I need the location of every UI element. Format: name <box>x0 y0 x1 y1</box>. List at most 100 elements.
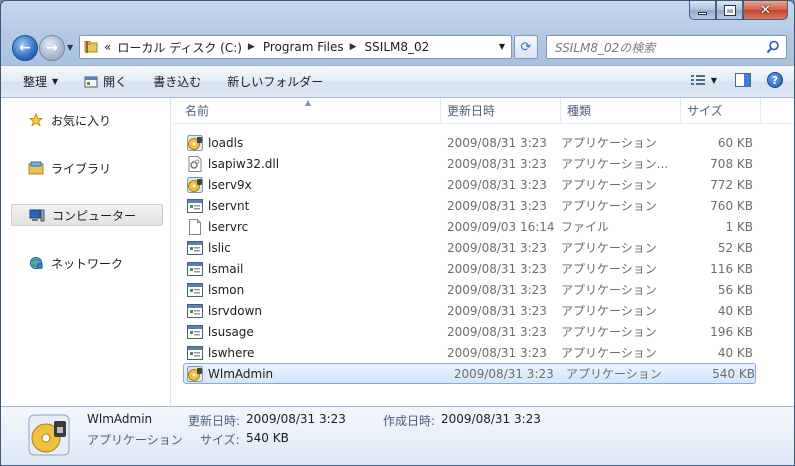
file-row[interactable]: WlmAdmin 2009/08/31 3:23 アプリケーション 540 KB <box>183 363 756 384</box>
recent-pages-dropdown[interactable]: ▼ <box>67 43 73 52</box>
column-header-name[interactable]: ▲ 名前 <box>173 98 441 124</box>
address-segment-drive[interactable]: ローカル ディスク (C:) <box>117 39 242 56</box>
file-name: lsusage <box>208 324 254 339</box>
back-button[interactable]: ← <box>12 35 38 61</box>
file-name: WlmAdmin <box>208 366 274 381</box>
folder-icon <box>84 40 98 54</box>
details-modified-label: 更新日時: <box>188 414 241 428</box>
search-icon[interactable] <box>766 40 780 54</box>
file-name-cell: lserv9x <box>173 176 441 193</box>
details-file-type: アプリケーション <box>87 433 183 447</box>
file-row[interactable]: lsmail 2009/08/31 3:23 アプリケーション 116 KB <box>173 258 794 279</box>
preview-pane-button[interactable] <box>734 71 752 89</box>
details-file-name: WlmAdmin <box>87 412 153 426</box>
file-size: 40 KB <box>717 345 753 360</box>
file-row[interactable]: lsrvdown 2009/08/31 3:23 アプリケーション 40 KB <box>173 300 794 321</box>
address-bar[interactable]: « ローカル ディスク (C:) ▶ Program Files ▶ SSILM… <box>79 35 512 59</box>
file-row[interactable]: lslic 2009/08/31 3:23 アプリケーション 52 KB <box>173 237 794 258</box>
caption-buttons: ✕ <box>689 1 788 20</box>
file-size: 540 KB <box>712 366 755 381</box>
file-name-cell: lservnt <box>173 198 441 214</box>
file-name-cell: lsusage <box>173 324 441 340</box>
maximize-button[interactable] <box>716 1 743 20</box>
network-icon <box>29 256 43 270</box>
file-type: ファイル <box>561 220 610 234</box>
file-row[interactable]: lservnt 2009/08/31 3:23 アプリケーション 760 KB <box>173 195 794 216</box>
address-segment-program-files[interactable]: Program Files <box>263 40 344 54</box>
chevron-right-icon[interactable]: ▶ <box>248 42 255 52</box>
file-row[interactable]: lservrc 2009/09/03 16:14 ファイル 1 KB <box>173 216 794 237</box>
file-name: lservnt <box>208 198 250 213</box>
nav-item-network[interactable]: ネットワーク <box>1 252 165 274</box>
nav-label-favorites: お気に入り <box>51 113 112 128</box>
search-input[interactable]: SSILM8_02の検索 <box>546 35 787 59</box>
window-app-icon <box>187 324 203 340</box>
help-icon: ? <box>767 72 783 88</box>
nav-item-favorites[interactable]: お気に入り <box>1 109 165 131</box>
file-row[interactable]: lsusage 2009/08/31 3:23 アプリケーション 196 KB <box>173 321 794 342</box>
file-name: lswhere <box>208 345 255 360</box>
file-date: 2009/08/31 3:23 <box>447 240 547 255</box>
forward-button[interactable]: → <box>39 35 65 61</box>
column-header-type[interactable]: 種類 <box>561 98 681 124</box>
file-type: アプリケーション... <box>561 157 669 171</box>
app-disc-icon <box>187 176 203 193</box>
file-size: 116 KB <box>710 261 753 276</box>
file-name: lsmail <box>208 261 244 276</box>
refresh-button[interactable]: ⟳ <box>514 35 538 59</box>
file-date: 2009/08/31 3:23 <box>447 135 547 150</box>
column-header-date[interactable]: 更新日時 <box>441 98 561 124</box>
address-segment-ssilm8[interactable]: SSILM8_02 <box>365 40 430 54</box>
forward-arrow-icon: → <box>46 40 58 56</box>
file-name-cell: lservrc <box>173 218 441 235</box>
view-options-button[interactable]: ▼ <box>688 71 720 89</box>
file-name-cell: lsapiw32.dll <box>173 155 441 172</box>
file-row[interactable]: lsmon 2009/08/31 3:23 アプリケーション 56 KB <box>173 279 794 300</box>
nav-item-libraries[interactable]: ライブラリ <box>1 157 165 179</box>
open-button[interactable]: 開く <box>78 70 133 94</box>
file-type: アプリケーション <box>561 304 657 318</box>
file-row[interactable]: lserv9x 2009/08/31 3:23 アプリケーション 772 KB <box>173 174 794 195</box>
file-type: アプリケーション <box>561 325 657 339</box>
file-size: 772 KB <box>710 177 753 192</box>
details-created-label: 作成日時: <box>383 414 436 428</box>
computer-icon <box>29 209 45 222</box>
file-name: lsmon <box>208 282 245 297</box>
nav-label-computer: コンピューター <box>52 208 137 223</box>
address-overflow[interactable]: « <box>104 40 111 54</box>
close-button[interactable]: ✕ <box>743 1 788 20</box>
chevron-down-icon[interactable]: ▼ <box>499 42 505 51</box>
details-created-value: 2009/08/31 3:23 <box>441 412 541 426</box>
new-folder-button[interactable]: 新しいフォルダー <box>221 70 329 94</box>
file-date: 2009/08/31 3:23 <box>447 261 547 276</box>
file-name-cell: loadls <box>173 134 441 151</box>
nav-item-computer[interactable]: コンピューター <box>11 204 163 226</box>
close-icon: ✕ <box>760 2 771 18</box>
window-app-icon <box>187 240 203 256</box>
file-size: 708 KB <box>710 156 753 171</box>
window-app-icon <box>187 261 203 277</box>
file-name: lservrc <box>208 219 249 234</box>
navigation-row: ← → ▼ « ローカル ディスク (C:) ▶ Program Files ▶… <box>1 29 794 65</box>
file-date: 2009/09/03 16:14 <box>447 219 555 234</box>
app-disc-icon <box>187 134 203 151</box>
file-row[interactable]: lswhere 2009/08/31 3:23 アプリケーション 40 KB <box>173 342 794 363</box>
column-header-size[interactable]: サイズ <box>681 98 761 124</box>
burn-button[interactable]: 書き込む <box>147 70 207 94</box>
file-list: ▲ 名前 更新日時 種類 サイズ loadls 2009/08/31 3:23 アプ… <box>173 98 794 406</box>
file-row[interactable]: lsapiw32.dll 2009/08/31 3:23 アプリケーション... 70… <box>173 153 794 174</box>
organize-button[interactable]: 整理 ▼ <box>17 70 64 94</box>
view-controls: ▼ ? <box>674 71 784 89</box>
search-placeholder: SSILM8_02の検索 <box>555 40 656 55</box>
dll-icon <box>187 155 203 172</box>
minimize-button[interactable] <box>689 1 716 20</box>
window-app-icon <box>187 345 203 361</box>
file-date: 2009/08/31 3:23 <box>447 282 547 297</box>
help-button[interactable]: ? <box>766 71 784 89</box>
window-app-icon <box>187 282 203 298</box>
chevron-right-icon[interactable]: ▶ <box>350 42 357 52</box>
back-arrow-icon: ← <box>19 40 31 56</box>
file-row[interactable]: loadls 2009/08/31 3:23 アプリケーション 60 KB <box>173 132 794 153</box>
file-date: 2009/08/31 3:23 <box>447 324 547 339</box>
file-size: 196 KB <box>710 324 753 339</box>
